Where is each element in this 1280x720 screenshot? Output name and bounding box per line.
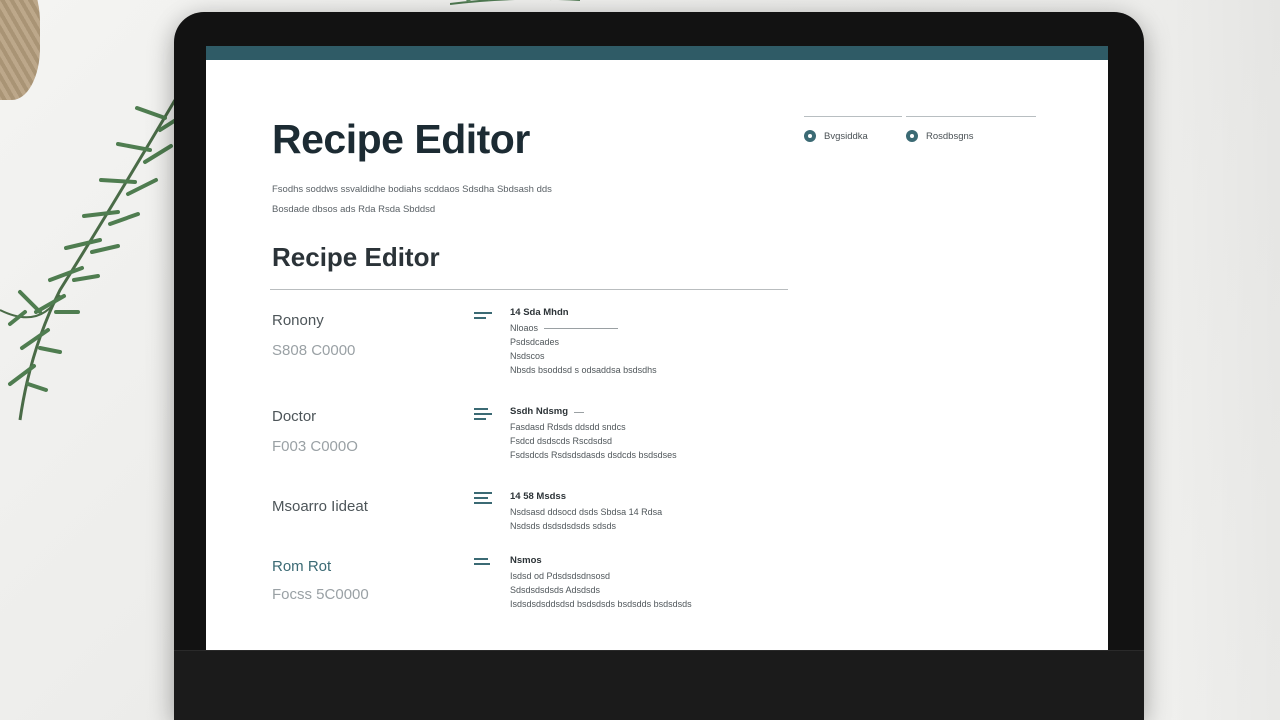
recipe-name: Doctor (272, 408, 317, 425)
recipe-name: Ronony (272, 312, 324, 329)
recipe-detail-line: Nloaos (510, 321, 619, 335)
recipe-detail-line: Fasdasd Rdsds ddsdd sndcs (510, 422, 626, 432)
recipe-detail-heading: 14 Sda Mhdn (510, 307, 569, 318)
recipe-name: Rom Rot (272, 558, 332, 575)
nav-link-label: Bvgsiddka (824, 130, 868, 142)
nav-divider (804, 116, 902, 117)
laptop-bezel (174, 650, 1144, 720)
section-divider (270, 289, 788, 290)
laptop-frame: Recipe Editor Fsodhs soddws ssvaldidhe b… (174, 12, 1144, 720)
recipe-detail-line: Sdsdsdsdsds Adsdsds (510, 585, 601, 595)
circle-icon (906, 130, 918, 142)
nav-link-1[interactable]: Rosdbsgns (906, 130, 974, 142)
nav-link-label: Rosdbsgns (926, 130, 974, 142)
recipe-detail-line: Fsdsdcds Rsdsdsdasds dsdcds bsdsdses (510, 450, 677, 460)
recipe-detail: 14 Sda Mhdn Nloaos Psdsdcades Nsdscos Nb… (510, 306, 657, 377)
recipe-detail-line: Isdsdsdsddsdsd bsdsdsds bsdsdds bsdsdsds (510, 599, 692, 609)
recipe-value: S808 C0000 (272, 342, 356, 359)
nav-divider (906, 116, 1036, 117)
recipe-detail-heading: Nsmos (510, 555, 542, 566)
recipe-detail: 14 58 Msdss Nsdsasd ddsocd dsds Sbdsa 14… (510, 490, 662, 533)
nav-link-0[interactable]: Bvgsiddka (804, 130, 868, 142)
recipe-detail-line: Isdsd od Pdsdsdsdnsosd (510, 571, 611, 581)
section-title: Recipe Editor (272, 242, 440, 272)
herb-sprig-top (450, 0, 580, 5)
list-icon[interactable] (474, 408, 492, 422)
recipe-detail-line: Psdsdcades (510, 337, 560, 347)
intro-line: Bosdade dbsos ads Rda Rsda Sbddsd (272, 204, 436, 215)
list-icon[interactable] (474, 312, 492, 326)
twine-spool (0, 0, 40, 100)
page-title: Recipe Editor (272, 116, 530, 162)
recipe-detail-heading: Ssdh Ndsmg (510, 405, 585, 419)
recipe-detail-line: Fsdcd dsdscds Rscdsdsd (510, 436, 613, 446)
app-window: Recipe Editor Fsodhs soddws ssvaldidhe b… (206, 46, 1108, 650)
recipe-detail-heading: 14 58 Msdss (510, 491, 566, 502)
desk-shadow (1140, 0, 1280, 720)
recipe-value: F003 C000O (272, 438, 358, 455)
recipe-detail: Nsmos Isdsd od Pdsdsdsdnsosd Sdsdsdsdsds… (510, 554, 692, 611)
page-intro: Fsodhs soddws ssvaldidhe bodiahs scddaos… (272, 180, 632, 220)
recipe-detail-line: Nsdscos (510, 351, 545, 361)
recipe-detail-line: Nbsds bsoddsd s odsaddsa bsdsdhs (510, 365, 657, 375)
recipe-value: Focss 5C0000 (272, 586, 369, 603)
recipe-detail-line: Nsdsds dsdsdsdsds sdsds (510, 521, 617, 531)
intro-line: Fsodhs soddws ssvaldidhe bodiahs scddaos… (272, 184, 552, 195)
list-icon[interactable] (474, 492, 492, 506)
app-top-bar (206, 46, 1108, 60)
recipe-detail-line: Nsdsasd ddsocd dsds Sbdsa 14 Rdsa (510, 507, 663, 517)
recipe-name: Msoarro Iideat (272, 498, 368, 515)
rosemary-sprig (0, 99, 184, 421)
recipe-detail: Ssdh Ndsmg Fasdasd Rdsds ddsdd sndcs Fsd… (510, 404, 677, 462)
list-icon[interactable] (474, 558, 492, 572)
circle-icon (804, 130, 816, 142)
